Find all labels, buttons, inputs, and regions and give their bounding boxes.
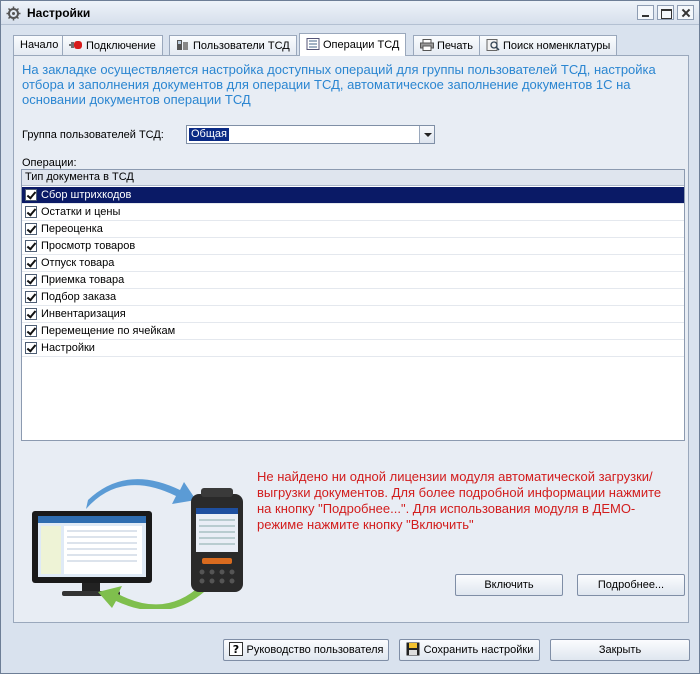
tab-print[interactable]: Печать (413, 35, 481, 55)
tab-label: Операции ТСД (323, 39, 400, 51)
tab-operations[interactable]: Операции ТСД (299, 33, 407, 56)
tab-label: Подключение (86, 40, 156, 52)
operation-label: Просмотр товаров (41, 240, 136, 252)
tab-item-search[interactable]: Поиск номенклатуры (479, 35, 618, 55)
operations-panel: На закладке осуществляется настройка дос… (13, 55, 689, 623)
user-group-value: Общая (189, 128, 229, 141)
operation-row[interactable]: Инвентаризация (22, 306, 684, 323)
title-bar[interactable]: Настройки (1, 1, 699, 25)
operation-checkbox[interactable] (25, 274, 37, 286)
window-title: Настройки (27, 6, 91, 20)
operation-label: Приемка товара (41, 274, 125, 286)
operation-label: Сбор штрихкодов (41, 189, 132, 201)
user-guide-label: Руководство пользователя (246, 644, 384, 656)
operation-row[interactable]: Приемка товара (22, 272, 684, 289)
tab-label: Начало (20, 39, 59, 51)
operations-table[interactable]: Тип документа в ТСД Сбор штрихкодов Остат… (21, 169, 685, 441)
svg-text:?: ? (232, 643, 238, 656)
save-settings-button[interactable]: Сохранить настройки (399, 639, 540, 661)
operation-row[interactable]: Просмотр товаров (22, 238, 684, 255)
close-window-button[interactable] (677, 5, 694, 20)
operation-label: Подбор заказа (41, 291, 117, 303)
bottom-bar: ? Руководство пользователя Сохранить нас… (1, 631, 699, 671)
operation-row[interactable]: Перемещение по ячейкам (22, 323, 684, 340)
close-button[interactable]: Закрыть (550, 639, 690, 661)
tab-label: Печать (437, 40, 474, 52)
user-guide-button[interactable]: ? Руководство пользователя (223, 639, 389, 661)
operation-checkbox[interactable] (25, 257, 37, 269)
info-text: На закладке осуществляется настройка дос… (22, 62, 656, 107)
operation-label: Отпуск товара (41, 257, 115, 269)
operation-checkbox[interactable] (25, 189, 37, 201)
tab-label: Пользователи ТСД (193, 40, 290, 52)
enable-button[interactable]: Включить (455, 574, 563, 596)
settings-gear-icon (6, 6, 21, 21)
operation-checkbox[interactable] (25, 342, 37, 354)
list-icon (306, 38, 320, 50)
operation-row[interactable]: Отпуск товара (22, 255, 684, 272)
operation-checkbox[interactable] (25, 325, 37, 337)
operation-row[interactable]: Переоценка (22, 221, 684, 238)
more-info-button[interactable]: Подробнее... (577, 574, 685, 596)
search-icon (486, 39, 500, 51)
group-label: Группа пользователей ТСД: (22, 129, 164, 141)
operation-row[interactable]: Сбор штрихкодов (22, 187, 684, 204)
user-group-select[interactable]: Общая (186, 125, 435, 144)
tab-label: Поиск номенклатуры (503, 40, 611, 52)
operation-label: Остатки и цены (41, 206, 121, 218)
operation-checkbox[interactable] (25, 291, 37, 303)
chevron-down-icon[interactable] (419, 126, 434, 143)
operation-row[interactable]: Подбор заказа (22, 289, 684, 306)
operation-label: Перемещение по ячейкам (41, 325, 176, 337)
operations-label: Операции: (22, 157, 77, 169)
operation-label: Переоценка (41, 223, 103, 235)
operation-checkbox[interactable] (25, 240, 37, 252)
column-header-doc-type[interactable]: Тип документа в ТСД (22, 170, 684, 186)
operation-checkbox[interactable] (25, 206, 37, 218)
tab-users[interactable]: Пользователи ТСД (169, 35, 297, 55)
minimize-button[interactable] (637, 5, 654, 20)
operation-label: Настройки (41, 342, 95, 354)
operation-row[interactable]: Остатки и цены (22, 204, 684, 221)
save-settings-label: Сохранить настройки (423, 644, 534, 656)
operation-checkbox[interactable] (25, 223, 37, 235)
operation-label: Инвентаризация (41, 308, 126, 320)
users-icon (177, 40, 188, 50)
help-icon: ? (228, 642, 243, 656)
operation-row[interactable]: Настройки (22, 340, 684, 357)
operation-checkbox[interactable] (25, 308, 37, 320)
license-warning: Не найдено ни одной лицензии модуля авто… (257, 469, 662, 532)
settings-window: Настройки Начало Подключение Пользовател… (0, 0, 700, 674)
printer-icon (420, 39, 434, 51)
tab-start[interactable]: Начало (13, 35, 66, 55)
computer-tsd-sync-illustration (32, 479, 243, 609)
tab-connection[interactable]: Подключение (62, 35, 163, 55)
maximize-button[interactable] (657, 5, 674, 20)
plug-icon (69, 41, 82, 49)
floppy-disk-icon (406, 642, 420, 656)
